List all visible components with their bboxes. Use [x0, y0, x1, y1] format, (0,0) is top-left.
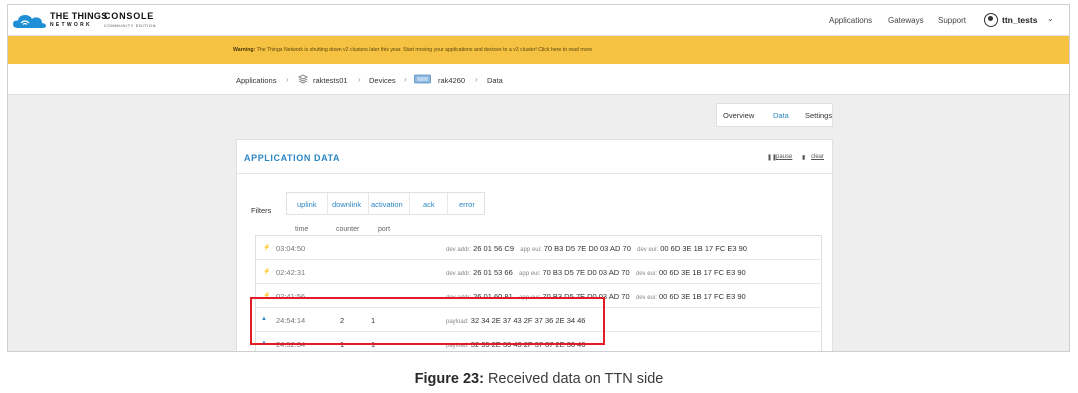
filter-activation[interactable]: activation [371, 200, 403, 209]
breadcrumb: Applications › raktests01 › Devices › ra… [8, 64, 1069, 95]
app-eui-label: app eui: [519, 271, 541, 277]
breadcrumb-separator: › [404, 75, 407, 84]
breadcrumb-device[interactable]: rak4260 [438, 76, 465, 85]
warning-message[interactable]: The Things Network is shutting down v2 c… [257, 47, 593, 53]
tab-settings[interactable]: Settings [805, 111, 832, 120]
breadcrumb-applications[interactable]: Applications [236, 76, 276, 85]
table-row[interactable]: ⚡ 03:04:50 dev addr: 26 01 56 C9 app eui… [256, 236, 821, 260]
filter-divider [368, 193, 369, 214]
filter-error[interactable]: error [459, 200, 475, 209]
caption-text: Received data on TTN side [487, 371, 664, 387]
clear-button[interactable]: clear [811, 154, 824, 160]
dev-addr-label: dev addr: [446, 271, 472, 277]
row-details: dev addr: 26 01 53 66 app eui: 70 B3 D5 … [446, 268, 746, 277]
activation-icon: ⚡ [263, 245, 271, 251]
breadcrumb-separator: › [475, 75, 478, 84]
panel-header: APPLICATION DATA ❚❚ pause ▮ clear [237, 140, 832, 174]
user-avatar-icon[interactable] [984, 13, 998, 27]
breadcrumb-devices[interactable]: Devices [369, 76, 396, 85]
tab-overview[interactable]: Overview [723, 111, 754, 120]
highlight-box [250, 297, 605, 345]
dev-eui-label: dev eui: [635, 295, 657, 301]
filter-divider [327, 193, 328, 214]
pause-button[interactable]: pause [776, 154, 792, 160]
device-icon [414, 74, 431, 84]
breadcrumb-data: Data [487, 76, 503, 85]
app-eui-value: 70 B3 D5 7E D0 03 AD 70 [542, 268, 630, 277]
breadcrumb-separator: › [286, 75, 289, 84]
nav-applications[interactable]: Applications [829, 16, 872, 25]
brand-name: THE THINGS [50, 11, 108, 21]
chevron-down-icon[interactable]: ⌄ [1047, 14, 1054, 23]
table-row[interactable]: ⚡ 02:42:31 dev addr: 26 01 53 66 app eui… [256, 260, 821, 284]
warning-banner[interactable]: Warning: The Things Network is shutting … [8, 36, 1069, 64]
row-time: 03:04:50 [276, 244, 306, 253]
caption-label: Figure 23: [414, 371, 484, 387]
filters-label: Filters [251, 206, 272, 215]
device-tabs: Overview Data Settings [716, 103, 833, 127]
warning-text[interactable]: Warning: The Things Network is shutting … [233, 47, 592, 53]
filter-group: uplink downlink activation ack error [286, 192, 485, 215]
dev-addr-value: 26 01 53 66 [473, 268, 513, 277]
brand-network: NETWORK [50, 22, 92, 28]
column-time: time [295, 226, 309, 233]
activation-icon: ⚡ [263, 269, 271, 275]
row-details: dev addr: 26 01 56 C9 app eui: 70 B3 D5 … [446, 244, 747, 253]
filter-divider [409, 193, 410, 214]
application-icon [298, 74, 308, 84]
filter-divider [447, 193, 448, 214]
top-navbar: THE THINGS NETWORK CONSOLE COMMUNITY EDI… [8, 5, 1069, 36]
panel-title: APPLICATION DATA [244, 153, 341, 163]
nav-support[interactable]: Support [938, 16, 966, 25]
row-time: 02:42:31 [276, 268, 306, 277]
dev-addr-label: dev addr: [446, 247, 472, 253]
breadcrumb-separator: › [358, 75, 361, 84]
app-eui-label: app eui: [520, 247, 542, 253]
filter-ack[interactable]: ack [423, 200, 435, 209]
ttn-cloud-logo-icon[interactable] [12, 11, 48, 31]
app-eui-value: 70 B3 D5 7E D0 03 AD 70 [543, 244, 631, 253]
dev-eui-label: dev eui: [635, 271, 657, 277]
tab-data[interactable]: Data [773, 111, 789, 120]
filter-downlink[interactable]: downlink [332, 200, 361, 209]
user-menu[interactable]: ttn_tests [1002, 15, 1037, 25]
dev-eui-value: 00 6D 3E 1B 17 FC E3 90 [658, 292, 746, 301]
edition-label: COMMUNITY EDITION [104, 23, 157, 28]
breadcrumb-app[interactable]: raktests01 [313, 76, 348, 85]
dev-addr-value: 26 01 56 C9 [473, 244, 514, 253]
column-port: port [378, 226, 391, 233]
filter-uplink[interactable]: uplink [297, 200, 317, 209]
figure-caption: Figure 23: Received data on TTN side [0, 371, 1078, 387]
dev-eui-value: 00 6D 3E 1B 17 FC E3 90 [660, 244, 747, 253]
console-title: CONSOLE [104, 11, 155, 21]
trash-icon[interactable]: ▮ [802, 154, 805, 161]
dev-eui-value: 00 6D 3E 1B 17 FC E3 90 [658, 268, 746, 277]
warning-title: Warning: [233, 47, 256, 53]
nav-gateways[interactable]: Gateways [888, 16, 924, 25]
column-counter: counter [336, 226, 360, 233]
dev-eui-label: dev eui: [637, 247, 659, 253]
